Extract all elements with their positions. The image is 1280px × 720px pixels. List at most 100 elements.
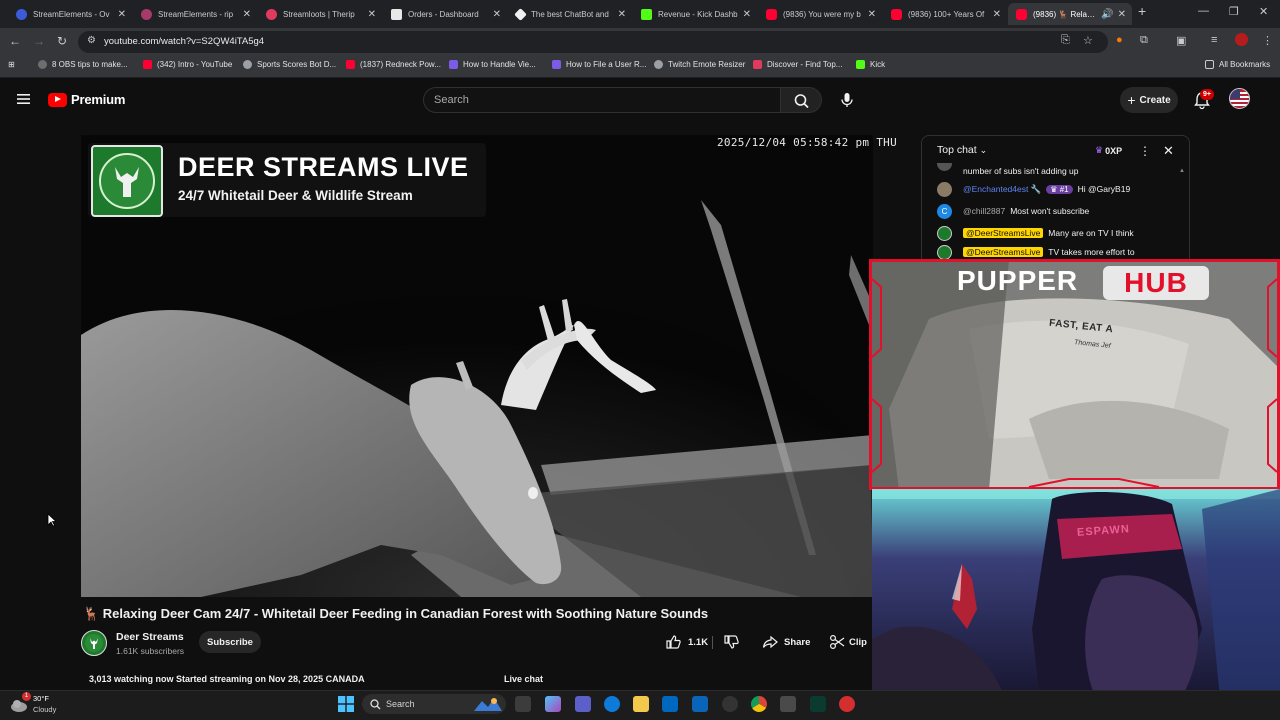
overlay-title: DEER STREAMS LIVE — [178, 152, 469, 182]
chat-scroll-up-icon[interactable]: ▲ — [1179, 168, 1185, 174]
all-bookmarks-button[interactable]: All Bookmarks — [1205, 60, 1270, 69]
bookmark-item[interactable]: Sports Scores Bot D... — [243, 60, 336, 69]
browser-toolbar: ← → ↻ ⚙ youtube.com/watch?v=S2QW4iTA5g4 … — [0, 28, 1280, 56]
hamburger-menu-icon[interactable] — [17, 93, 31, 105]
search-highlight-icon — [474, 698, 502, 711]
close-tab-icon[interactable]: ✕ — [1118, 9, 1126, 20]
close-tab-icon[interactable]: ✕ — [493, 9, 501, 20]
minimize-window-icon[interactable]: — — [1198, 5, 1209, 17]
top-chat-dropdown[interactable]: Top chat ⌄ — [937, 144, 987, 156]
url-text[interactable]: youtube.com/watch?v=S2QW4iTA5g4 — [104, 36, 264, 47]
reload-icon[interactable]: ↻ — [57, 34, 67, 48]
restore-window-icon[interactable]: ❐ — [1229, 5, 1239, 18]
bookmark-star-icon[interactable]: ☆ — [1083, 34, 1093, 47]
rank-badge: ♛ #1 — [1046, 184, 1073, 194]
browser-tab[interactable]: (9836) 100+ Years Of ✕ — [883, 3, 1007, 25]
close-tab-icon[interactable]: ✕ — [368, 9, 376, 20]
teams-icon[interactable] — [575, 696, 591, 712]
browser-tab[interactable]: The best ChatBot and ✕ — [508, 3, 632, 25]
close-chat-icon[interactable]: ✕ — [1163, 143, 1174, 159]
clip-button[interactable]: Clip — [829, 631, 867, 653]
channel-name[interactable]: Deer Streams — [116, 631, 184, 643]
share-button[interactable]: Share — [762, 631, 810, 653]
close-tab-icon[interactable]: ✕ — [618, 9, 626, 20]
youtube-icon — [346, 60, 355, 69]
account-avatar[interactable] — [1229, 88, 1250, 109]
apps-grid-icon[interactable]: ⊞ — [8, 60, 15, 69]
browser-tab[interactable]: (9836) You were my b ✕ — [758, 3, 882, 25]
folder-icon — [1205, 60, 1214, 69]
extensions-puzzle-icon[interactable]: ⧉ — [1140, 34, 1148, 47]
media-controls-icon[interactable]: ≡ — [1211, 34, 1217, 46]
copilot-icon[interactable] — [545, 696, 561, 712]
youtube-header: Premium Search + Create — [0, 78, 1280, 122]
streamelements-icon — [141, 8, 152, 20]
profile-avatar[interactable] — [1235, 33, 1248, 46]
bookmark-item[interactable]: How to Handle Vie... — [449, 60, 536, 69]
close-tab-icon[interactable]: ✕ — [993, 9, 1001, 20]
stream-meta-info: 3,013 watching now Started streaming on … — [89, 674, 365, 684]
chrome-icon[interactable] — [751, 696, 767, 712]
browser-tab[interactable]: Orders - Dashboard ✕ — [383, 3, 507, 25]
search-input[interactable]: Search — [423, 87, 781, 113]
speaker-icon[interactable]: 🔊 — [1101, 9, 1113, 20]
chat-more-options-icon[interactable]: ⋮ — [1139, 144, 1151, 158]
browser-tab[interactable]: Streamloots | Therip ✕ — [258, 3, 382, 25]
dislike-button[interactable] — [723, 631, 739, 653]
windows-start-icon[interactable] — [338, 696, 354, 712]
app-icon[interactable] — [780, 696, 796, 712]
bookmark-item[interactable]: Kick — [856, 60, 885, 69]
install-app-icon[interactable]: ⎘ — [1061, 34, 1070, 47]
youtube-icon — [143, 60, 152, 69]
close-window-icon[interactable]: ✕ — [1259, 5, 1268, 18]
outlook-icon[interactable] — [692, 696, 708, 712]
bookmark-item[interactable]: Twitch Emote Resizer — [654, 60, 745, 69]
close-tab-icon[interactable]: ✕ — [743, 9, 751, 20]
store-icon[interactable] — [662, 696, 678, 712]
address-bar[interactable]: ⚙ youtube.com/watch?v=S2QW4iTA5g4 — [78, 31, 1108, 53]
search-button[interactable] — [781, 87, 822, 113]
bookmark-item[interactable]: How to File a User R... — [552, 60, 646, 69]
close-tab-icon[interactable]: ✕ — [868, 9, 876, 20]
browser-tab[interactable]: StreamElements - Ov ✕ — [8, 3, 132, 25]
weather-temperature: 30°F — [33, 694, 49, 703]
close-tab-icon[interactable]: ✕ — [243, 9, 251, 20]
taskbar-search[interactable]: Search — [362, 694, 506, 714]
browser-tab[interactable]: Revenue - Kick Dashb ✕ — [633, 3, 757, 25]
edge-icon[interactable] — [604, 696, 620, 712]
terminal-icon[interactable] — [810, 696, 826, 712]
obs-icon[interactable] — [722, 696, 738, 712]
share-icon — [762, 635, 778, 649]
discover-icon — [753, 60, 762, 69]
close-tab-icon[interactable]: ✕ — [118, 9, 126, 20]
file-explorer-icon[interactable] — [633, 696, 649, 712]
bookmark-item[interactable]: (1837) Redneck Pow... — [346, 60, 441, 69]
like-button[interactable]: 1.1K — [665, 631, 708, 653]
sidebar-icon[interactable]: ▣ — [1176, 34, 1186, 47]
bookmark-item[interactable]: 8 OBS tips to make... — [38, 60, 128, 69]
extension-icon[interactable]: ● — [1116, 34, 1123, 46]
create-button[interactable]: + Create — [1120, 87, 1178, 113]
chat-avatar — [937, 244, 952, 260]
bookmark-item[interactable]: (342) Intro - YouTube — [143, 60, 232, 69]
channel-avatar[interactable] — [81, 630, 107, 656]
app-icon[interactable] — [839, 696, 855, 712]
bookmark-item[interactable]: Discover - Find Top... — [753, 60, 842, 69]
search-icon — [370, 699, 381, 710]
xp-badge[interactable]: ♛ 0XP — [1095, 145, 1122, 156]
forward-icon[interactable]: → — [33, 34, 45, 48]
new-tab-button[interactable]: + — [1138, 3, 1146, 19]
chat-message: @Enchanted4est 🔧 ♛ #1 Hi @GaryB19 — [937, 181, 1130, 197]
browser-tab[interactable]: StreamElements - rip ✕ — [133, 3, 257, 25]
chat-avatar — [937, 163, 952, 171]
subscribe-button[interactable]: Subscribe — [199, 631, 261, 653]
crown-icon: ♛ — [1095, 145, 1104, 155]
youtube-premium-logo[interactable]: Premium — [48, 92, 125, 107]
browser-menu-icon[interactable]: ⋮ — [1262, 34, 1273, 47]
task-view-icon[interactable] — [515, 696, 531, 712]
voice-search-button[interactable] — [834, 87, 860, 113]
like-divider — [712, 636, 713, 649]
browser-tab-active[interactable]: (9836) 🦌 Relaxin 🔊 ✕ — [1008, 3, 1132, 25]
back-icon[interactable]: ← — [9, 34, 21, 48]
site-info-icon[interactable]: ⚙ — [87, 35, 96, 46]
